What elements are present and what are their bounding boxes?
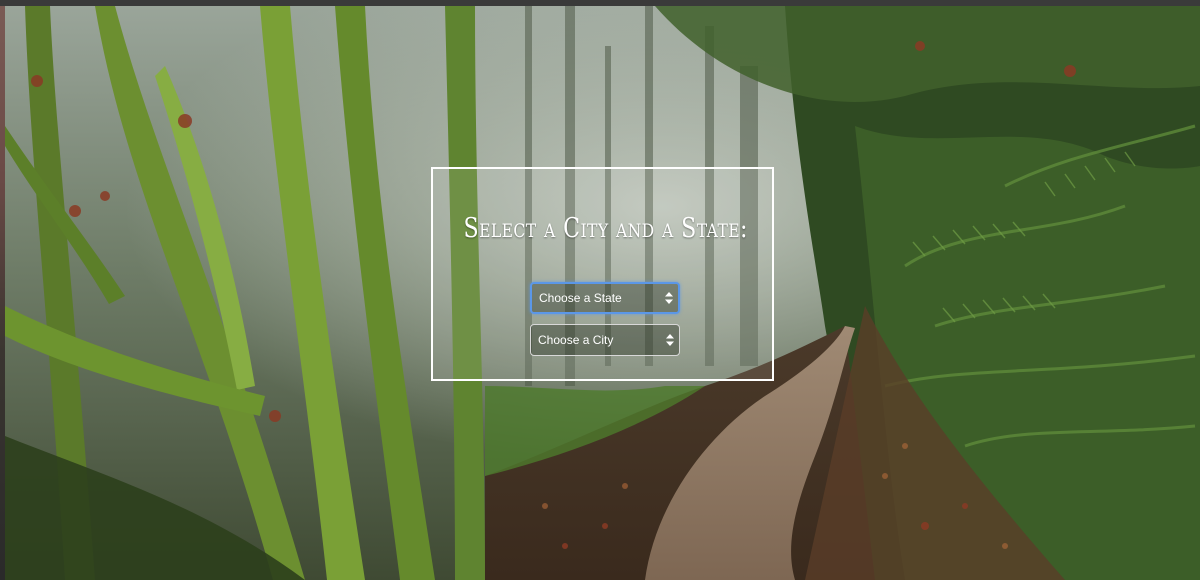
page: Select a City and a State: Choose a Stat… [0, 0, 1200, 580]
city-select[interactable]: Choose a City [530, 324, 680, 356]
page-heading: Select a City and a State: [463, 213, 748, 244]
state-select-value: Choose a State [539, 291, 622, 305]
state-select[interactable]: Choose a State [530, 282, 680, 314]
selection-panel: Select a City and a State: Choose a Stat… [431, 167, 774, 381]
select-arrows-icon [665, 292, 673, 304]
select-arrows-icon [666, 334, 674, 346]
city-select-value: Choose a City [538, 333, 614, 347]
